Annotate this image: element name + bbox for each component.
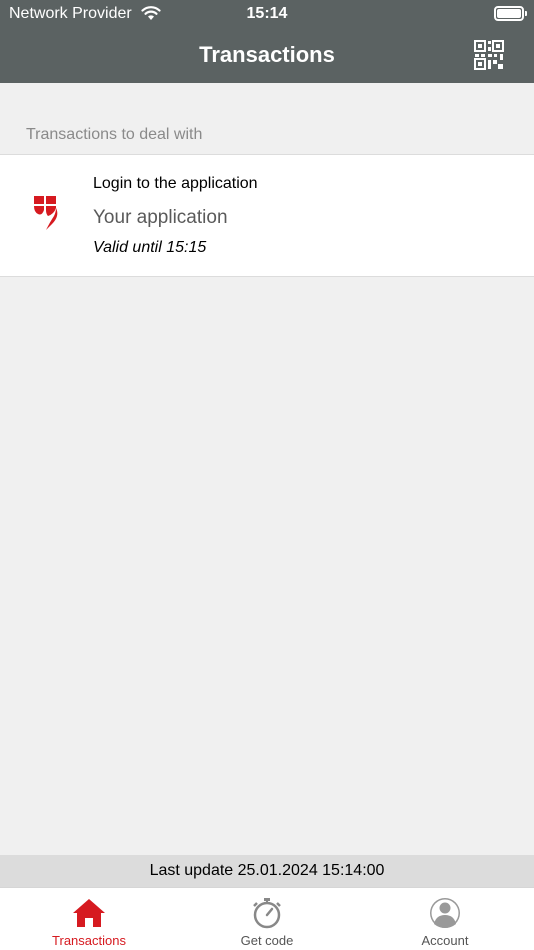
- transaction-validity: Valid until 15:15: [93, 239, 207, 256]
- stopwatch-icon: [253, 898, 281, 929]
- tab-bar: Transactions Get code Account: [0, 887, 534, 950]
- person-icon: [430, 898, 460, 928]
- tab-label: Transactions: [52, 933, 126, 948]
- transaction-app: Your application: [93, 207, 228, 228]
- page-title: Transactions: [199, 42, 335, 67]
- tab-get-code[interactable]: Get code: [178, 888, 356, 950]
- bank-shield-logo-icon: [34, 196, 58, 230]
- transaction-title: Login to the application: [93, 175, 258, 192]
- tab-label: Get code: [240, 933, 294, 948]
- home-icon: [73, 899, 105, 927]
- qr-code-icon[interactable]: [472, 38, 506, 72]
- last-update-bar: Last update 25.01.2024 15:14:00: [0, 855, 534, 887]
- section-label: Transactions to deal with: [26, 126, 203, 143]
- app-header: Network Provider 15:14 Transactions: [0, 0, 534, 83]
- battery-icon: [494, 6, 527, 21]
- tab-account[interactable]: Account: [356, 888, 534, 950]
- status-bar: Network Provider 15:14: [0, 0, 534, 28]
- transaction-item[interactable]: Login to the application Your applicatio…: [0, 154, 534, 277]
- tab-label: Account: [421, 933, 469, 948]
- tab-transactions[interactable]: Transactions: [0, 888, 178, 950]
- status-time: 15:14: [246, 5, 288, 22]
